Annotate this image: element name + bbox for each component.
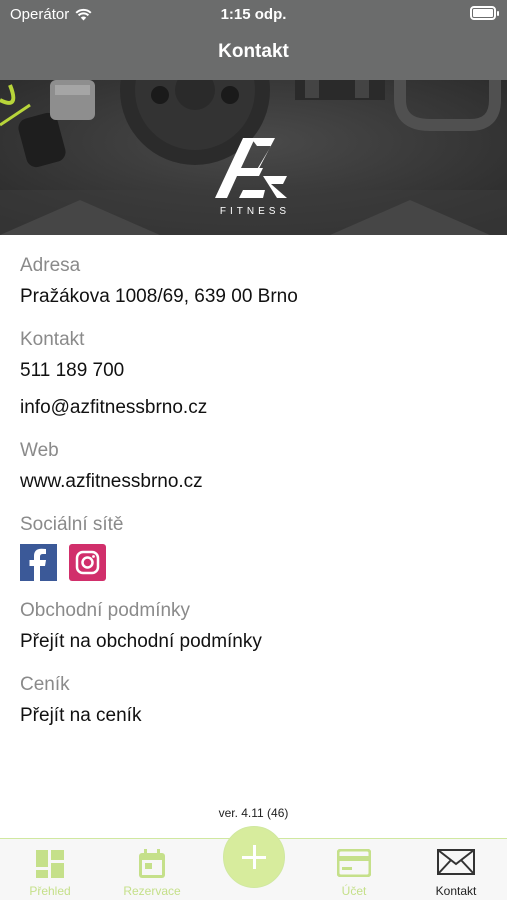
navigation-bar: Kontakt xyxy=(0,28,507,80)
terms-label: Obchodní podmínky xyxy=(20,600,191,621)
web-label: Web xyxy=(20,440,59,461)
tab-rezervace[interactable]: Rezervace xyxy=(102,839,202,900)
address-label: Adresa xyxy=(20,255,81,276)
app-version: ver. 4.11 (46) xyxy=(218,806,289,820)
battery-icon xyxy=(470,6,499,20)
facebook-icon[interactable] xyxy=(20,544,57,581)
social-icons xyxy=(20,544,106,581)
tab-label: Přehled xyxy=(29,884,71,898)
instagram-icon[interactable] xyxy=(69,544,106,581)
address-value[interactable]: Pražákova 1008/69, 639 00 Brno xyxy=(20,284,298,310)
tab-label: Účet xyxy=(341,884,367,898)
tab-label: Kontakt xyxy=(435,884,477,898)
add-button[interactable] xyxy=(223,826,285,888)
tab-prehled[interactable]: Přehled xyxy=(0,839,100,900)
pricing-label: Ceník xyxy=(20,674,70,695)
page-title: Kontakt xyxy=(218,41,289,62)
status-bar: Operátor 1:15 odp. xyxy=(0,0,507,28)
dashboard-icon xyxy=(36,850,64,878)
tab-kontakt[interactable]: Kontakt xyxy=(406,839,506,900)
clock: 1:15 odp. xyxy=(220,6,287,23)
calendar-icon xyxy=(139,849,165,878)
card-icon xyxy=(337,849,371,877)
logo-fitness-text: FITNESS xyxy=(220,206,290,217)
tab-ucet[interactable]: Účet xyxy=(304,839,404,900)
az-fitness-logo: FITNESS xyxy=(205,130,305,225)
tab-label: Rezervace xyxy=(123,884,181,898)
email-link[interactable]: info@azfitnessbrno.cz xyxy=(20,395,207,421)
pricing-link[interactable]: Přejít na ceník xyxy=(20,703,141,729)
plus-icon-vertical xyxy=(253,845,256,869)
envelope-icon xyxy=(437,849,475,875)
phone-link[interactable]: 511 189 700 xyxy=(20,358,124,384)
terms-link[interactable]: Přejít na obchodní podmínky xyxy=(20,629,262,655)
web-link[interactable]: www.azfitnessbrno.cz xyxy=(20,469,203,495)
contact-label: Kontakt xyxy=(20,329,85,350)
social-label: Sociální sítě xyxy=(20,514,124,535)
